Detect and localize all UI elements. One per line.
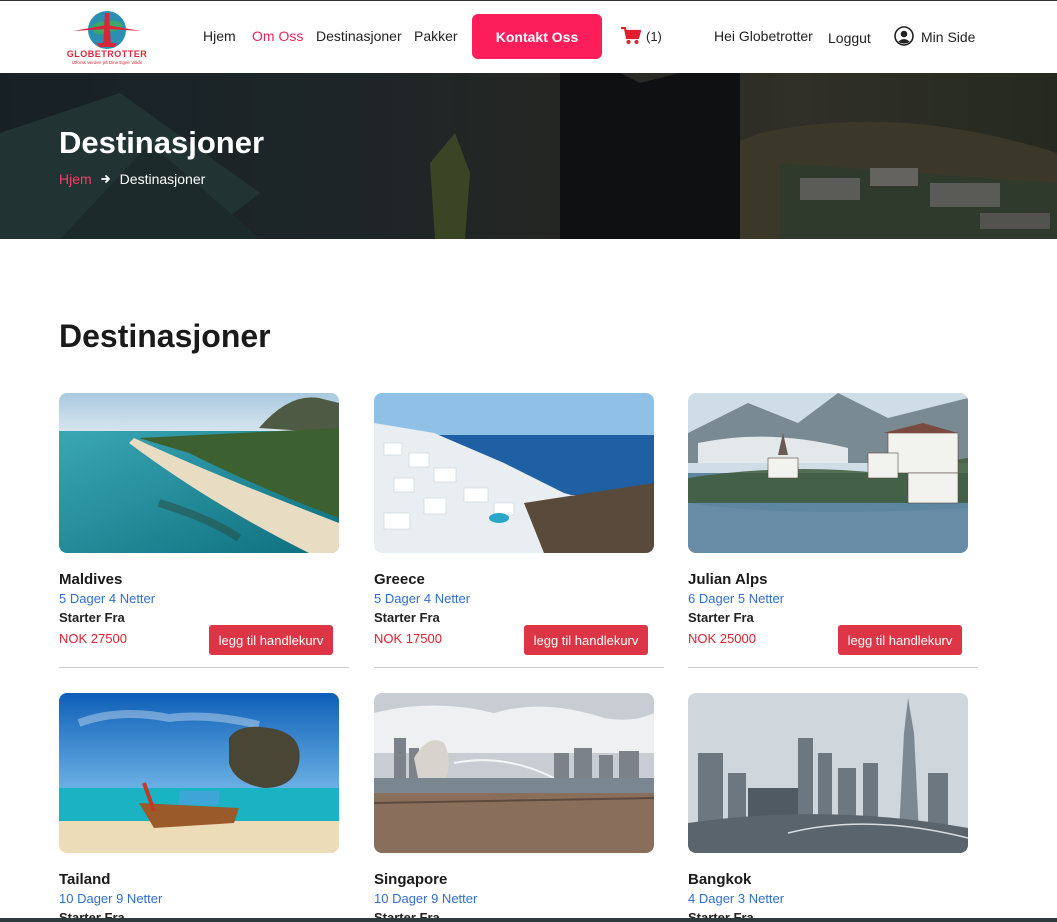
- logout-link[interactable]: Loggut: [828, 30, 871, 46]
- section-title: Destinasjoner: [59, 318, 271, 354]
- destination-name: Tailand: [59, 871, 111, 888]
- destination-image[interactable]: [374, 393, 654, 553]
- card-divider: [59, 667, 349, 668]
- breadcrumb: Hjem Destinasjoner: [59, 171, 205, 187]
- destination-card: Julian Alps 6 Dager 5 Netter Starter Fra…: [688, 393, 978, 669]
- destination-image[interactable]: [688, 393, 968, 553]
- starting-from-label: Starter Fra: [59, 610, 125, 625]
- destination-duration: 6 Dager 5 Netter: [688, 591, 785, 606]
- nav-about-link[interactable]: Om Oss: [252, 28, 303, 44]
- user-circle-icon: [894, 26, 914, 46]
- add-to-cart-button[interactable]: legg til handlekurv: [838, 625, 962, 655]
- destination-duration: 10 Dager 9 Netter: [59, 891, 163, 906]
- card-divider: [688, 667, 978, 668]
- breadcrumb-home-link[interactable]: Hjem: [59, 171, 92, 187]
- shopping-cart-icon: [621, 27, 641, 44]
- brand-logo[interactable]: GLOBETROTTER Utforsk Verden på Dine Egne…: [59, 9, 155, 67]
- destination-image[interactable]: [374, 693, 654, 853]
- destination-name: Julian Alps: [688, 571, 768, 588]
- breadcrumb-current: Destinasjoner: [119, 171, 206, 187]
- destination-card: Maldives 5 Dager 4 Netter Starter Fra NO…: [59, 393, 349, 669]
- starting-from-label: Starter Fra: [688, 610, 754, 625]
- greeting-link[interactable]: Hei Globetrotter: [714, 28, 813, 44]
- alpine-lake-photo-image: [688, 393, 968, 553]
- destination-card: Greece 5 Dager 4 Netter Starter Fra NOK …: [374, 393, 664, 669]
- navbar: GLOBETROTTER Utforsk Verden på Dine Egne…: [0, 0, 1057, 73]
- destination-price: NOK 17500: [374, 631, 442, 646]
- add-to-cart-button[interactable]: legg til handlekurv: [524, 625, 648, 655]
- destination-card: Tailand 10 Dager 9 Netter Starter Fra: [59, 693, 349, 922]
- destination-price: NOK 25000: [688, 631, 756, 646]
- bottom-edge-bar: [0, 918, 1057, 922]
- add-to-cart-button[interactable]: legg til handlekurv: [209, 625, 333, 655]
- nav-destinations-link[interactable]: Destinasjoner: [316, 28, 402, 44]
- contact-button[interactable]: Kontakt Oss: [472, 14, 602, 59]
- destination-image[interactable]: [59, 393, 339, 553]
- my-page-label: Min Side: [921, 29, 976, 45]
- destination-name: Bangkok: [688, 871, 752, 888]
- destination-card: Singapore 10 Dager 9 Netter Starter Fra: [374, 693, 664, 922]
- page-hero: Destinasjoner Hjem Destinasjoner: [0, 73, 1057, 239]
- cart-link[interactable]: (1): [621, 27, 662, 45]
- nav-home-link[interactable]: Hjem: [203, 28, 236, 44]
- destination-image[interactable]: [59, 693, 339, 853]
- thailand-beach-photo-image: [59, 693, 339, 853]
- destination-card: Bangkok 4 Dager 3 Netter Starter Fra: [688, 693, 978, 922]
- starting-from-label: Starter Fra: [374, 610, 440, 625]
- cart-count: (1): [646, 28, 662, 44]
- brand-tagline: Utforsk Verden på Dine Egne Vilkår: [71, 60, 143, 65]
- destination-image[interactable]: [688, 693, 968, 853]
- destination-name: Greece: [374, 571, 425, 588]
- arrow-right-icon: [100, 175, 110, 183]
- city-skyline-photo-image: [688, 693, 968, 853]
- destination-duration: 4 Dager 3 Netter: [688, 891, 785, 906]
- destination-duration: 10 Dager 9 Netter: [374, 891, 478, 906]
- destination-price: NOK 27500: [59, 631, 127, 646]
- beach-photo-image: [59, 393, 339, 553]
- destination-duration: 5 Dager 4 Netter: [374, 591, 471, 606]
- card-divider: [374, 667, 664, 668]
- destination-name: Maldives: [59, 571, 123, 588]
- destination-name: Singapore: [374, 871, 448, 888]
- merlion-photo-image: [374, 693, 654, 853]
- nav-packages-link[interactable]: Pakker: [414, 28, 458, 44]
- airplane-globe-logo-icon: [73, 11, 141, 49]
- destination-duration: 5 Dager 4 Netter: [59, 591, 156, 606]
- brand-name: GLOBETROTTER: [66, 49, 148, 59]
- santorini-photo-image: [374, 393, 654, 553]
- hero-title: Destinasjoner: [59, 125, 265, 160]
